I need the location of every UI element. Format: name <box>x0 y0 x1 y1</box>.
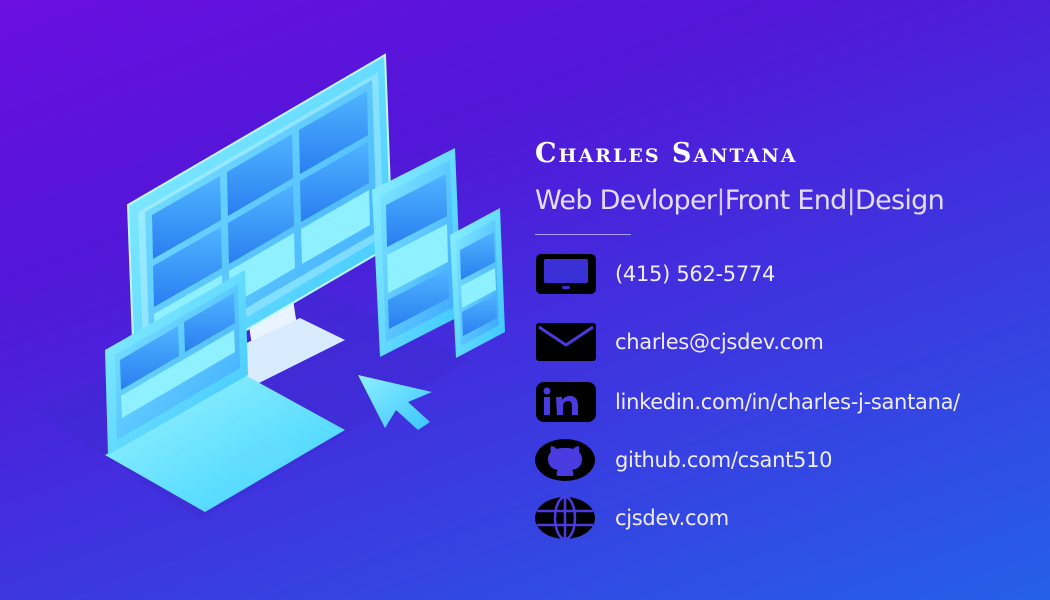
contact-linkedin[interactable]: linkedin.com/in/charles-j-santana/ <box>535 380 960 424</box>
business-card: Charles Santana Web Devloper|Front End|D… <box>0 0 1050 600</box>
contact-info: Charles Santana Web Devloper|Front End|D… <box>535 138 1035 235</box>
contact-github[interactable]: github.com/csant510 <box>535 438 833 482</box>
envelope-icon <box>535 320 597 364</box>
github-icon <box>535 438 597 482</box>
website-url[interactable]: cjsdev.com <box>615 506 729 530</box>
role-front-end: Front End <box>724 185 848 216</box>
role-design: Design <box>855 185 945 216</box>
role-separator: | <box>846 185 856 216</box>
linkedin-url[interactable]: linkedin.com/in/charles-j-santana/ <box>615 390 960 414</box>
divider <box>535 234 631 235</box>
role-web-developer: Web Devloper <box>535 185 717 216</box>
contact-email[interactable]: charles@cjsdev.com <box>535 320 824 364</box>
linkedin-icon <box>535 380 597 424</box>
role-separator: | <box>716 185 725 216</box>
role-line: Web Devloper|Front End|Design <box>535 184 1035 218</box>
phone-number[interactable]: (415) 562-5774 <box>615 262 775 286</box>
person-name: Charles Santana <box>535 138 798 169</box>
contact-website[interactable]: cjsdev.com <box>535 496 729 540</box>
contact-phone[interactable]: (415) 562-5774 <box>535 252 775 296</box>
tablet-icon <box>535 252 597 296</box>
github-url[interactable]: github.com/csant510 <box>615 448 833 472</box>
email-address[interactable]: charles@cjsdev.com <box>615 330 824 354</box>
devices-illustration <box>35 53 505 520</box>
globe-icon <box>535 496 597 540</box>
